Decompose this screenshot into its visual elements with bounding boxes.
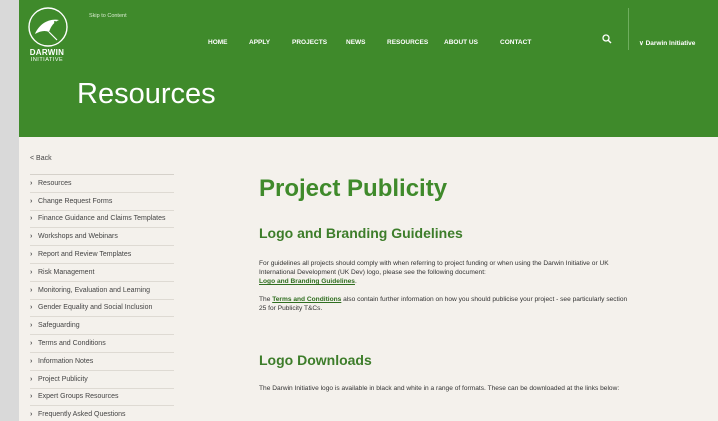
nav-apply[interactable]: APPLY [249,39,270,46]
section-heading-downloads: Logo Downloads [259,352,372,368]
sidebar-item-monitoring[interactable]: › Monitoring, Evaluation and Learning [30,280,174,299]
darwin-logo[interactable]: DARWIN INITIATIVE [25,6,73,66]
chevron-right-icon: › [30,251,33,259]
sidebar-item-safeguarding[interactable]: › Safeguarding [30,316,174,334]
page-title: Project Publicity [259,175,448,202]
chevron-right-icon: › [30,179,33,187]
page-frame: Skip to Content DARWIN INITIATIVE HOME A… [19,0,718,421]
sidebar-item-project-publicity[interactable]: › Project Publicity [30,369,174,388]
sidebar-item-finance-guidance[interactable]: › Finance Guidance and Claims Templates [30,209,174,228]
sidebar-item-resources[interactable]: › Resources [30,174,174,192]
chevron-right-icon: › [30,286,33,294]
sidebar-item-label: Terms and Conditions [38,340,106,348]
sidebar-item-faq[interactable]: › Frequently Asked Questions [30,405,174,421]
search-icon[interactable] [602,31,612,44]
chevron-right-icon: › [30,393,33,401]
downloads-paragraph: The Darwin Initiative logo is available … [259,385,620,392]
nav-contact[interactable]: CONTACT [500,39,531,46]
nav-about-us[interactable]: ABOUT US [444,39,478,46]
hero-title: Resources [77,78,216,110]
sidebar-item-label: Report and Review Templates [38,251,132,259]
branding-text: For guidelines all projects should compl… [259,260,609,277]
nav-news[interactable]: NEWS [346,39,366,46]
chevron-right-icon: › [30,304,33,312]
header-divider [628,8,629,50]
logo-branding-guidelines-link[interactable]: Logo and Branding Guidelines [259,278,355,285]
sidebar-item-label: Information Notes [38,357,94,365]
nav-projects[interactable]: PROJECTS [292,39,327,46]
terms-and-conditions-link[interactable]: Terms and Conditions [272,296,341,303]
chevron-right-icon: › [30,268,33,276]
sidebar-item-change-request-forms[interactable]: › Change Request Forms [30,191,174,210]
sidebar-item-label: Workshops and Webinars [38,233,118,241]
sidebar-item-label: Change Request Forms [38,197,113,205]
sidebar-item-label: Safeguarding [38,322,80,330]
back-link[interactable]: < Back [30,155,52,162]
terms-text-pre: The [259,296,273,303]
chevron-right-icon: › [30,322,33,330]
skip-to-content-link[interactable]: Skip to Content [89,13,127,19]
branding-paragraph: For guidelines all projects should compl… [259,259,629,287]
sidebar-item-risk-management[interactable]: › Risk Management [30,262,174,281]
sidebar-item-workshops[interactable]: › Workshops and Webinars [30,227,174,245]
sidebar-item-label: Monitoring, Evaluation and Learning [38,286,151,294]
sidebar-item-information-notes[interactable]: › Information Notes [30,351,174,370]
nav-resources[interactable]: RESOURCES [387,39,428,46]
sidebar-item-label: Expert Groups Resources [38,393,119,401]
sidebar-item-label: Risk Management [38,268,95,276]
sidebar-item-label: Finance Guidance and Claims Templates [38,215,166,223]
sidebar-nav: › Resources › Change Request Forms › Financ… [30,174,174,421]
chevron-right-icon: › [30,357,33,365]
site-header: Skip to Content DARWIN INITIATIVE HOME A… [19,0,718,137]
sidebar-item-label: Resources [38,179,72,187]
logo-subtitle: INITIATIVE [30,57,64,63]
chevron-right-icon: › [30,411,33,419]
sidebar-item-label: Gender Equality and Social Inclusion [38,304,153,312]
chevron-right-icon: › [30,215,33,223]
sidebar-item-label: Frequently Asked Questions [38,411,126,419]
section-heading-branding: Logo and Branding Guidelines [259,225,463,241]
nav-home[interactable]: HOME [208,39,228,46]
sidebar-item-expert-groups[interactable]: › Expert Groups Resources [30,387,174,406]
logo-wordmark: DARWIN [29,48,65,57]
terms-paragraph: The Terms and Conditions also contain fu… [259,295,629,313]
darwin-initiative-dropdown[interactable]: ∨ Darwin Initiative [639,39,695,47]
sidebar-item-terms[interactable]: › Terms and Conditions [30,334,174,352]
sidebar-item-label: Project Publicity [38,375,88,383]
chevron-right-icon: › [30,375,33,383]
sidebar-item-report-templates[interactable]: › Report and Review Templates [30,245,174,263]
chevron-right-icon: › [30,233,33,241]
branding-text-end: . [354,278,357,286]
sidebar-item-gender-equality[interactable]: › Gender Equality and Social Inclusion [30,298,174,317]
bird-logo-icon [28,7,68,47]
chevron-right-icon: › [30,197,33,205]
chevron-right-icon: › [30,340,33,348]
